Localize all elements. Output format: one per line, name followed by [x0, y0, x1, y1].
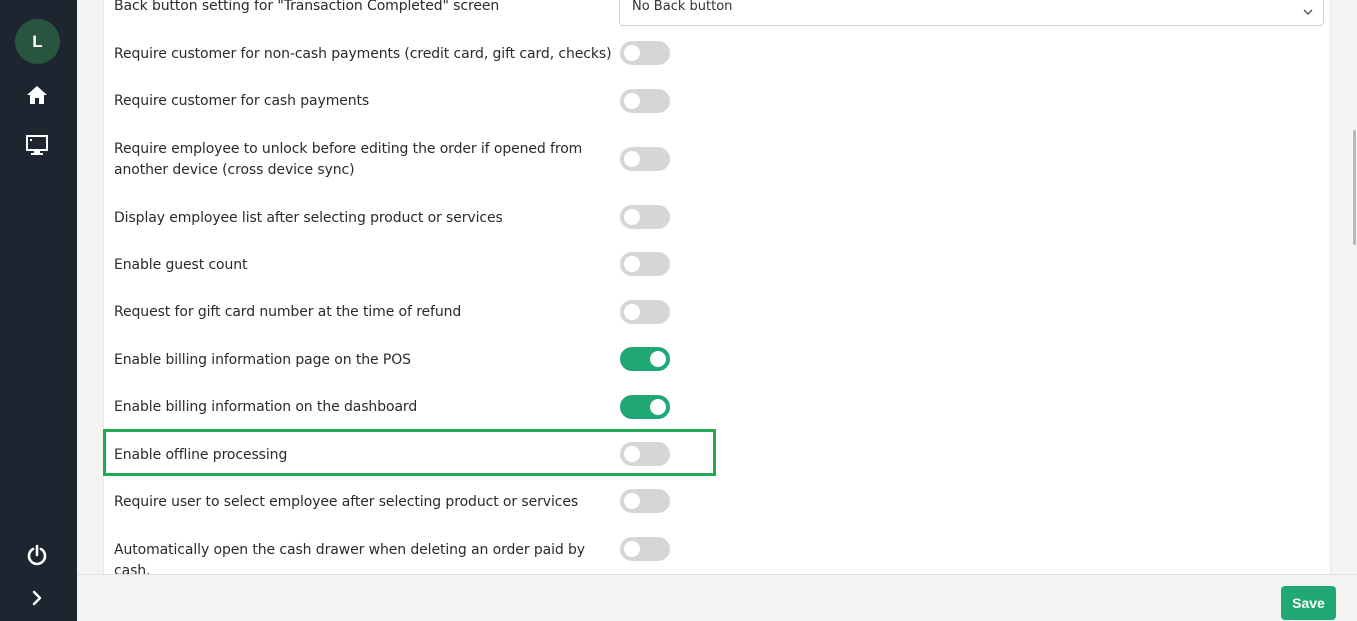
setting-toggle[interactable]	[620, 347, 670, 371]
setting-label: Enable offline processing	[114, 447, 288, 463]
settings-panel: Back button setting for "Transaction Com…	[103, 0, 1331, 574]
setting-label: Require user to select employee after se…	[114, 494, 579, 510]
setting-label: Require customer for cash payments	[114, 93, 370, 109]
setting-toggle[interactable]	[620, 300, 670, 324]
setting-label: Enable billing information on the dashbo…	[114, 399, 418, 415]
setting-toggle[interactable]	[620, 489, 670, 513]
setting-toggle[interactable]	[620, 442, 670, 466]
setting-label: Enable guest count	[114, 257, 248, 273]
setting-toggle[interactable]	[620, 89, 670, 113]
avatar[interactable]: L	[15, 19, 60, 64]
setting-label: Enable billing information page on the P…	[114, 352, 411, 368]
footer-bar: Save	[77, 574, 1357, 621]
monitor-icon[interactable]	[25, 133, 49, 157]
home-icon[interactable]	[25, 83, 49, 107]
setting-label: Automatically open the cash drawer when …	[114, 542, 585, 574]
content-area: Back button setting for "Transaction Com…	[77, 0, 1357, 574]
setting-label: Require employee to unlock before editin…	[114, 141, 583, 178]
setting-label: Request for gift card number at the time…	[114, 304, 462, 320]
setting-label: Display employee list after selecting pr…	[114, 210, 503, 226]
setting-toggle[interactable]	[620, 41, 670, 65]
setting-toggle[interactable]	[620, 395, 670, 419]
chevron-right-icon[interactable]	[25, 586, 49, 610]
power-icon[interactable]	[25, 543, 49, 567]
sidebar: L	[0, 0, 77, 621]
back-button-setting-label: Back button setting for "Transaction Com…	[114, 0, 500, 14]
back-button-select[interactable]: No Back button	[619, 0, 1324, 26]
save-button[interactable]: Save	[1281, 586, 1336, 620]
setting-toggle[interactable]	[620, 252, 670, 276]
setting-toggle[interactable]	[620, 205, 670, 229]
chevron-down-icon	[1303, 1, 1313, 20]
setting-toggle[interactable]	[620, 147, 670, 171]
setting-toggle[interactable]	[620, 537, 670, 561]
setting-label: Require customer for non-cash payments (…	[114, 46, 612, 62]
back-button-select-value: No Back button	[632, 0, 733, 14]
scrollbar[interactable]	[1353, 130, 1356, 245]
